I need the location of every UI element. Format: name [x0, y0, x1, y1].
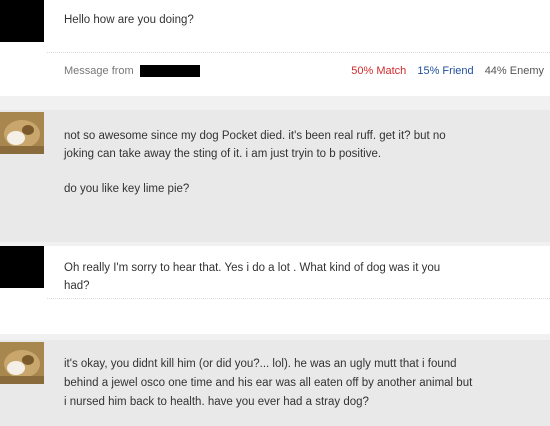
- message-text: i nursed him back to health. have you ev…: [64, 396, 369, 408]
- divider: [47, 52, 550, 53]
- message-from-label: Message from: [64, 65, 134, 77]
- avatar[interactable]: [0, 112, 44, 154]
- divider: [47, 298, 550, 299]
- message-meta: Message from 50% Match 15% Friend 44% En…: [64, 65, 544, 79]
- message-text: joking can take away the sting of it. i …: [64, 148, 382, 160]
- message-text: it's okay, you didnt kill him (or did yo…: [64, 358, 457, 370]
- avatar[interactable]: [0, 0, 44, 42]
- message-gap: [0, 96, 550, 110]
- enemy-percent: 44% Enemy: [484, 65, 544, 77]
- message-text: Oh really I'm sorry to hear that. Yes i …: [64, 262, 441, 274]
- message-text: not so awesome since my dog Pocket died.…: [64, 130, 446, 142]
- message-text: behind a jewel osco one time and his ear…: [64, 377, 473, 389]
- dog-photo-icon: [0, 112, 44, 154]
- redacted-username: [140, 65, 200, 77]
- avatar[interactable]: [0, 246, 44, 288]
- match-stats: 50% Match 15% Friend 44% Enemy: [343, 65, 544, 77]
- friend-percent: 15% Friend: [417, 65, 474, 77]
- message-text: do you like key lime pie?: [64, 183, 190, 195]
- match-percent: 50% Match: [351, 65, 407, 77]
- message-text: had?: [64, 280, 90, 292]
- dog-photo-icon: [0, 342, 44, 384]
- avatar[interactable]: [0, 342, 44, 384]
- message-text: Hello how are you doing?: [64, 14, 194, 26]
